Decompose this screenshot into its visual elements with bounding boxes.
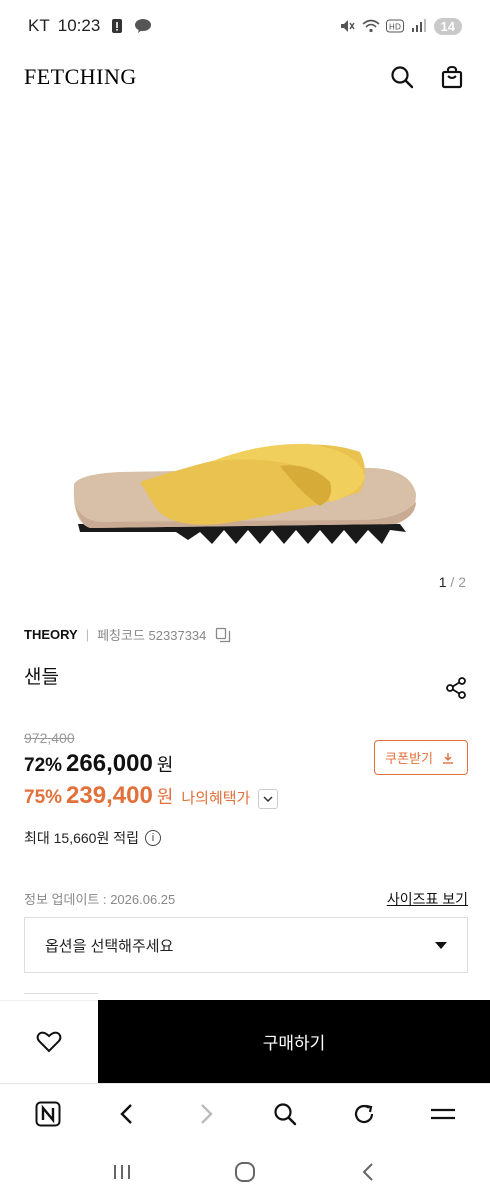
clock: 10:23: [57, 16, 101, 35]
mute-icon: [338, 17, 356, 35]
brand-row: THEORY | 페칭코드 52337334: [24, 625, 232, 644]
recent-apps-icon[interactable]: [108, 1158, 136, 1186]
naver-home-icon[interactable]: [34, 1100, 62, 1128]
points-text: 최대 15,660원 적립: [24, 830, 139, 846]
brand-name[interactable]: THEORY: [24, 627, 78, 642]
heart-icon: [36, 1031, 62, 1053]
search-icon[interactable]: [388, 63, 416, 91]
pager-total: 2: [458, 574, 466, 590]
reload-icon[interactable]: [350, 1100, 378, 1128]
talk-icon: [134, 17, 152, 35]
benefit-label: 나의혜택가: [181, 790, 251, 807]
update-row: 정보 업데이트 : 2026.06.25 사이즈표 보기: [24, 889, 468, 909]
forward-icon[interactable]: [192, 1100, 220, 1128]
benefit-price: 239,400: [66, 782, 153, 809]
shopping-bag-icon[interactable]: [438, 63, 466, 91]
caret-down-icon: [435, 941, 447, 949]
wifi-icon: [362, 17, 380, 35]
product-image-gallery[interactable]: 1 / 2: [0, 102, 490, 602]
points-info: 최대 15,660원 적립 i: [24, 828, 161, 848]
svg-text:HD: HD: [388, 23, 400, 32]
sale-price: 266,000: [66, 750, 153, 777]
download-icon: [439, 749, 457, 767]
size-chart-link[interactable]: 사이즈표 보기: [387, 889, 468, 909]
pager-separator: /: [450, 574, 455, 590]
benefit-price-row[interactable]: 75% 239,400 원 나의혜택가: [24, 782, 468, 810]
option-select[interactable]: 옵션을 선택해주세요: [24, 917, 468, 973]
home-icon[interactable]: [231, 1158, 259, 1186]
benefit-percent: 75%: [24, 787, 63, 808]
signal-icon: [410, 17, 428, 35]
alert-icon: [108, 17, 126, 35]
back-icon[interactable]: [113, 1100, 141, 1128]
buy-bar: 구매하기: [0, 1000, 490, 1083]
currency-label: 원: [156, 755, 174, 775]
price-block: 972,400 72% 266,000 원 75% 239,400 원 나의혜택…: [24, 730, 468, 810]
browser-toolbar: [0, 1083, 490, 1143]
product-code: 페칭코드 52337334: [97, 628, 207, 643]
copy-icon[interactable]: [214, 626, 232, 644]
status-bar: KT 10:23 HD 14: [0, 0, 490, 52]
system-nav-bar: [0, 1143, 490, 1200]
info-icon[interactable]: i: [145, 830, 161, 846]
section-divider: [24, 993, 98, 994]
battery-badge: 14: [433, 17, 462, 35]
gallery-pager: 1 / 2: [439, 574, 466, 590]
buy-button[interactable]: 구매하기: [98, 1000, 490, 1083]
chevron-down-icon[interactable]: [258, 789, 279, 809]
carrier: KT: [28, 16, 50, 35]
product-name: 샌들: [24, 667, 59, 688]
pager-current: 1: [438, 574, 447, 590]
menu-icon[interactable]: [429, 1100, 457, 1128]
browser-search-icon[interactable]: [271, 1100, 299, 1128]
wishlist-button[interactable]: [0, 1000, 98, 1083]
app-header: FETCHING: [0, 52, 490, 102]
product-image: [73, 443, 417, 544]
logo[interactable]: FETCHING: [24, 64, 137, 90]
hd-icon: HD: [385, 17, 404, 35]
update-date: 정보 업데이트 : 2026.06.25: [24, 892, 176, 907]
share-icon[interactable]: [442, 674, 470, 702]
benefit-currency-label: 원: [156, 787, 174, 807]
divider: |: [85, 627, 90, 642]
option-placeholder: 옵션을 선택해주세요: [45, 937, 174, 955]
system-back-icon[interactable]: [354, 1158, 382, 1186]
coupon-button[interactable]: 쿠폰받기: [374, 740, 468, 775]
discount-percent: 72%: [24, 755, 63, 776]
coupon-label: 쿠폰받기: [385, 751, 433, 766]
